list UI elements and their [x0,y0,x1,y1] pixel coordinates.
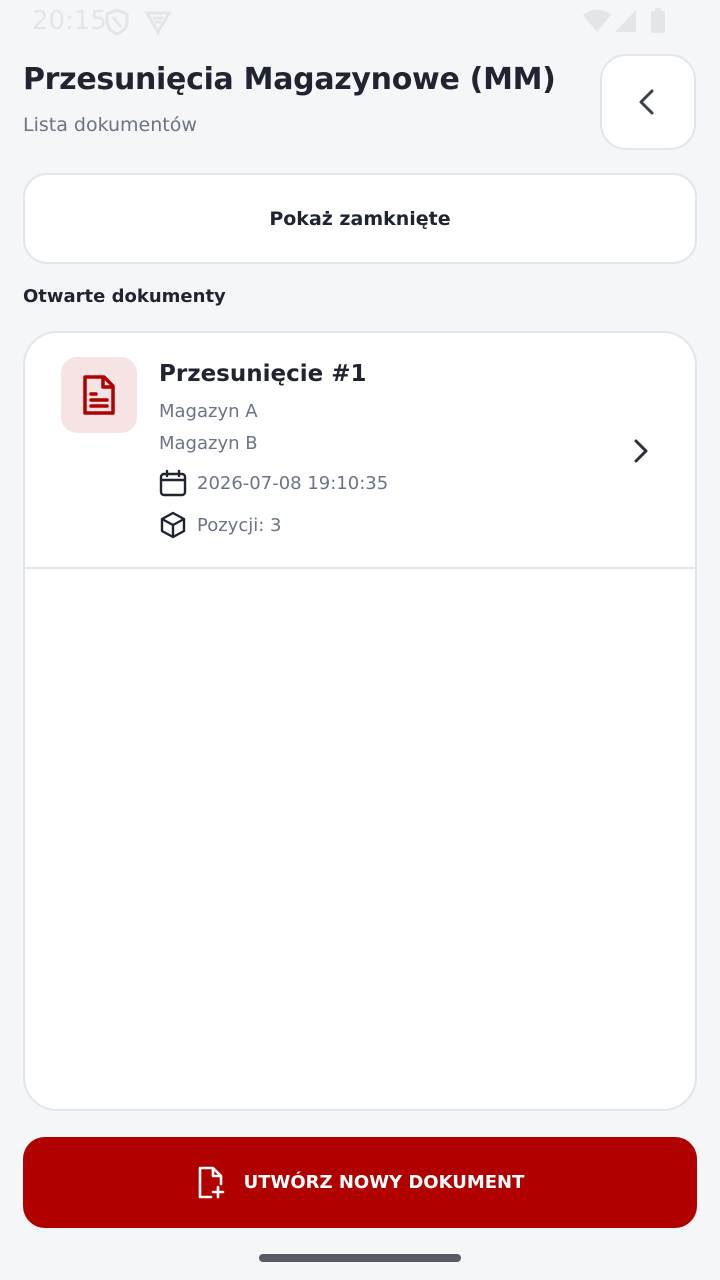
file-plus-icon [198,1166,224,1198]
show-closed-label: Pokaż zamknięte [269,207,451,230]
document-source-warehouse: Magazyn A [159,401,258,422]
create-document-label: UTWÓRZ NOWY DOKUMENT [243,1172,525,1193]
battery-icon [651,8,665,33]
back-button[interactable] [600,54,696,150]
document-target-warehouse: Magazyn B [159,433,258,454]
show-closed-button[interactable]: Pokaż zamknięte [23,173,697,264]
home-indicator[interactable] [259,1254,461,1262]
screen: 20:15 Przesunięcia Magazynowe (MM) Lista… [0,0,720,1280]
document-date-row: 2026-07-08 19:10:35 [159,469,388,497]
document-icon-badge [61,357,137,433]
document-positions: Pozycji: 3 [197,514,282,536]
documents-list: Przesunięcie #1 Magazyn A Magazyn B 2026… [23,331,697,1111]
open-documents-heading: Otwarte dokumenty [23,286,226,307]
page-title: Przesunięcia Magazynowe (MM) [23,62,556,97]
status-time: 20:15 [32,6,107,36]
page-subtitle: Lista dokumentów [23,114,197,136]
vpn-icon [144,11,172,35]
document-title: Przesunięcie #1 [159,361,367,387]
document-date: 2026-07-08 19:10:35 [197,472,389,494]
document-positions-row: Pozycji: 3 [159,511,281,539]
calendar-icon [159,469,187,497]
document-list-item[interactable]: Przesunięcie #1 Magazyn A Magazyn B 2026… [25,333,695,569]
package-icon [160,511,186,539]
chevron-right-icon [634,439,648,463]
document-icon [83,375,115,415]
signal-icon [615,10,636,32]
wifi-icon [583,9,611,32]
shield-icon [105,8,129,36]
chevron-left-icon [639,89,654,115]
create-document-button[interactable]: UTWÓRZ NOWY DOKUMENT [23,1137,697,1228]
status-bar: 20:15 [0,0,720,44]
